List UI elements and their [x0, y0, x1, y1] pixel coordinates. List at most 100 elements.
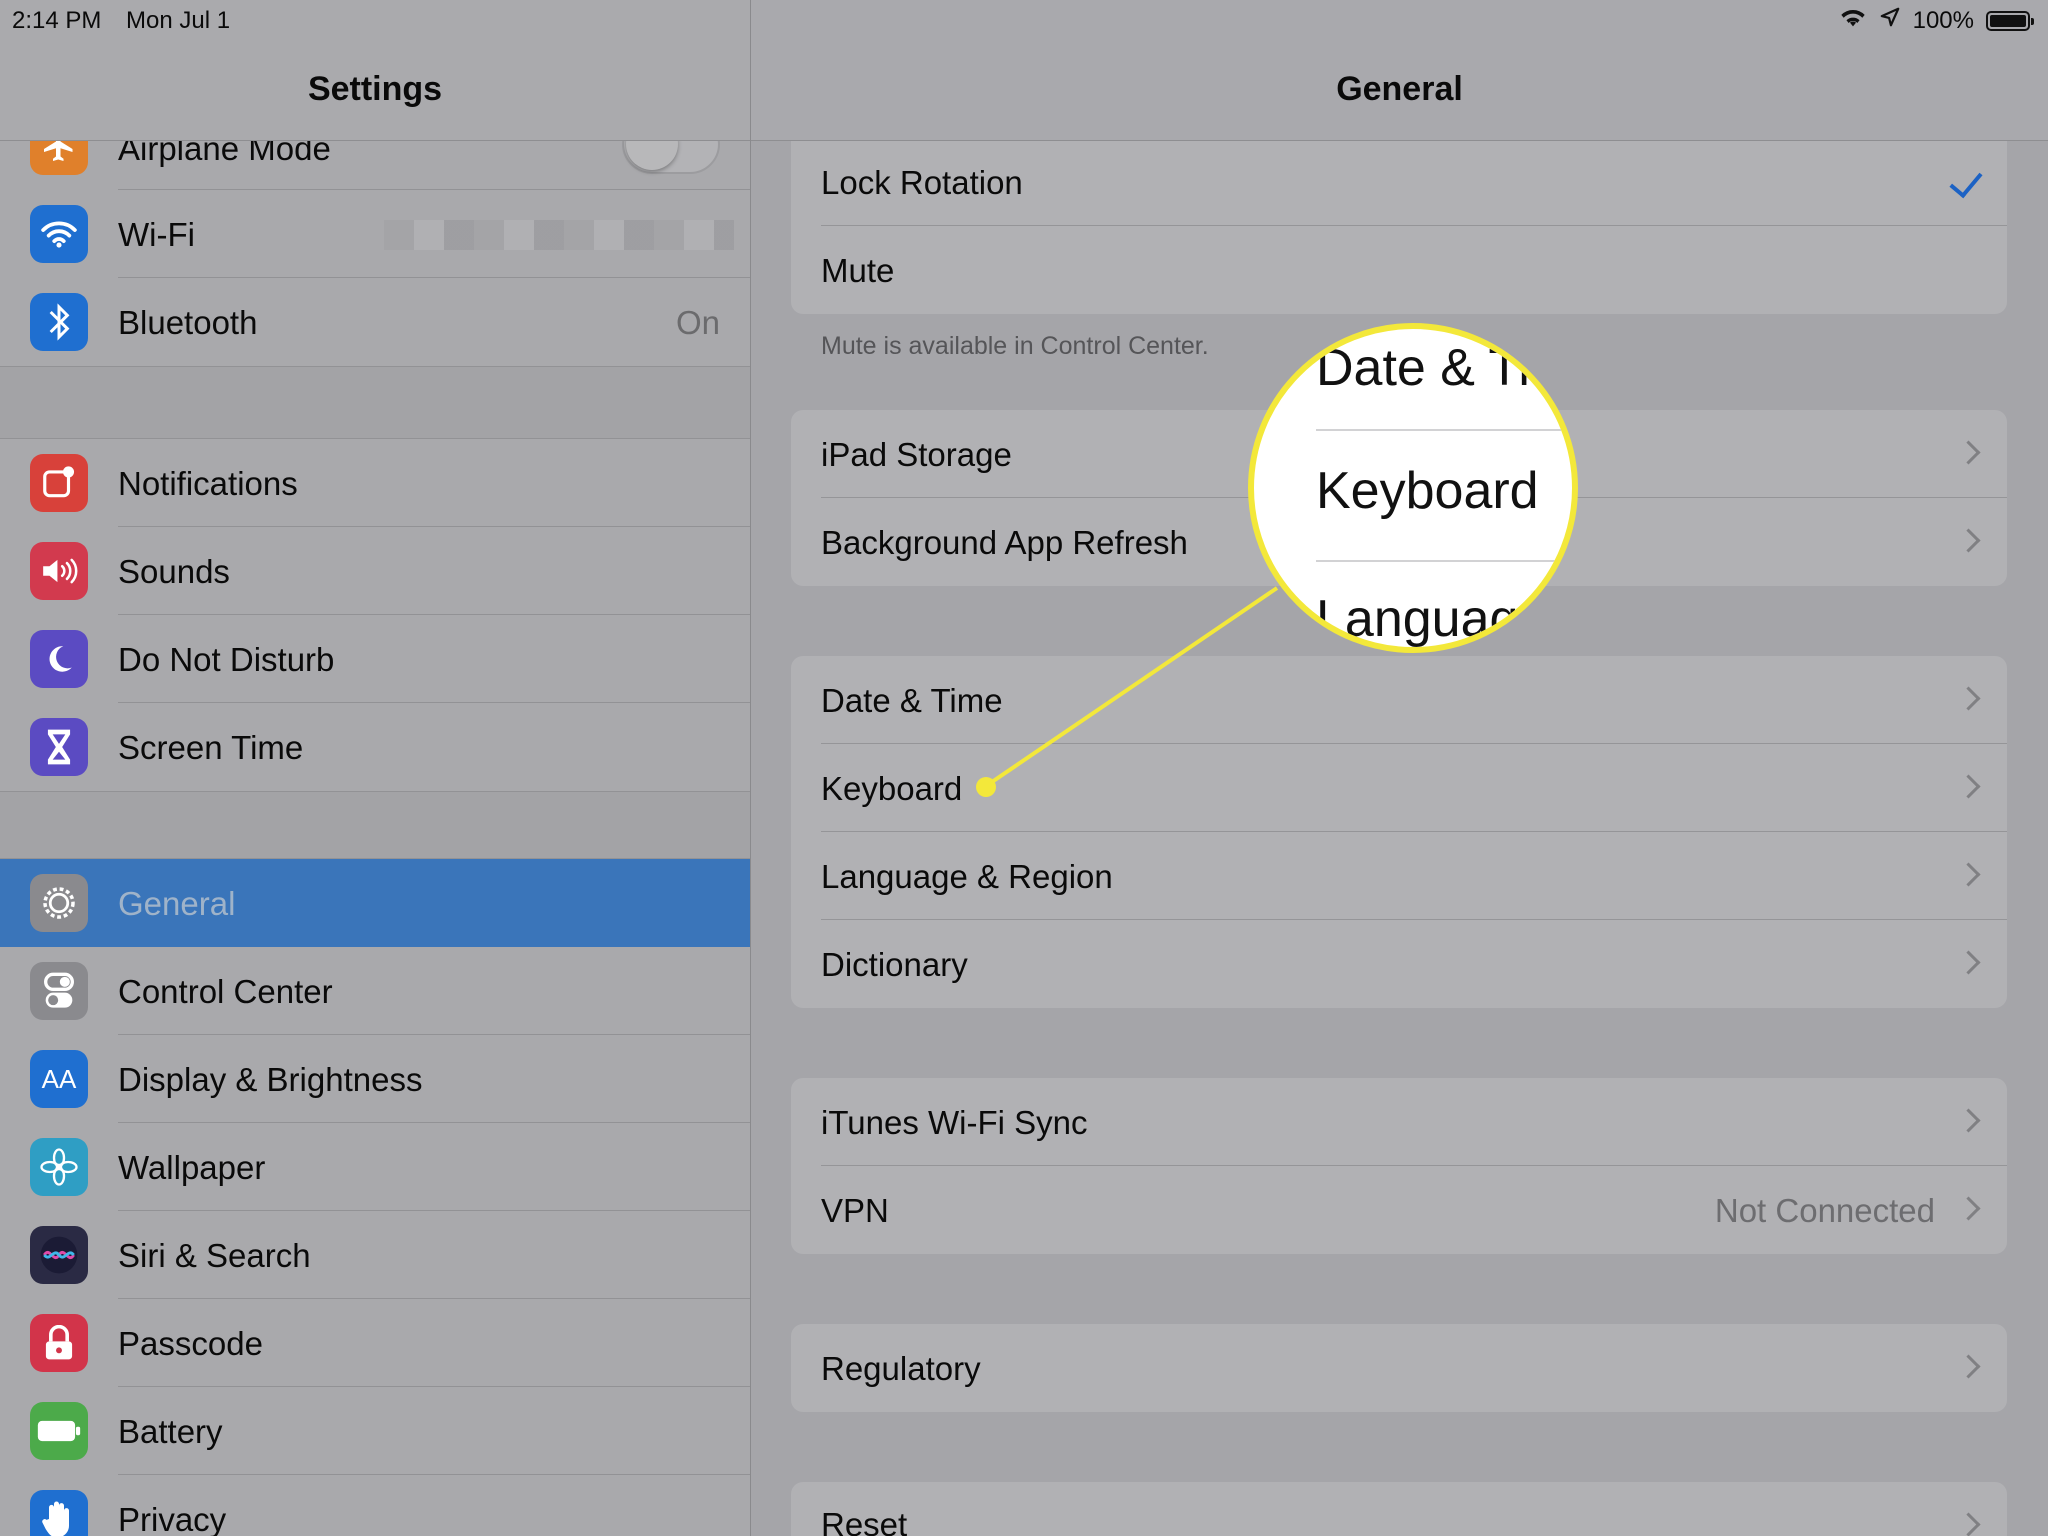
moon-icon: [30, 630, 88, 688]
row-label: VPN: [821, 1192, 889, 1229]
sidebar-item-passcode[interactable]: Passcode: [0, 1299, 750, 1387]
sidebar-item-label: Wi-Fi: [118, 216, 195, 253]
sidebar-item-label: Passcode: [118, 1325, 263, 1362]
regulatory-row[interactable]: Regulatory: [791, 1324, 2007, 1412]
row-label: Keyboard: [821, 770, 963, 807]
sidebar-item-notifications[interactable]: Notifications: [0, 439, 750, 527]
itunes-wifi-sync-row[interactable]: iTunes Wi-Fi Sync: [791, 1078, 2007, 1166]
notifications-icon: [30, 454, 88, 512]
sidebar-item-label: General: [118, 885, 236, 922]
hand-icon: [30, 1490, 88, 1536]
row-label: Background App Refresh: [821, 524, 1188, 561]
vpn-status: Not Connected: [1714, 1192, 1935, 1229]
wifi-signal-icon: [1839, 6, 1867, 35]
sidebar-item-label: Screen Time: [118, 729, 304, 766]
keyboard-row[interactable]: Keyboard: [791, 744, 2007, 832]
sidebar-item-privacy[interactable]: Privacy: [0, 1475, 750, 1536]
dictionary-row[interactable]: Dictionary: [791, 920, 2007, 1008]
flower-icon: [30, 1138, 88, 1196]
sidebar-item-label: Siri & Search: [118, 1237, 311, 1274]
chevron-right-icon: [1956, 950, 1981, 975]
chevron-right-icon: [1956, 1354, 1981, 1379]
sidebar-item-wallpaper[interactable]: Wallpaper: [0, 1123, 750, 1211]
magnifier-separator: [1316, 429, 1572, 431]
battery-icon: [30, 1402, 88, 1460]
sidebar-item-label: Battery: [118, 1413, 223, 1450]
battery-status-icon: [1986, 10, 2034, 31]
sidebar-item-display-brightness[interactable]: AA Display & Brightness: [0, 1035, 750, 1123]
sync-vpn-card: iTunes Wi-Fi Sync VPN Not Connected: [791, 1078, 2007, 1254]
row-label: Dictionary: [821, 946, 968, 983]
row-label: Regulatory: [821, 1350, 981, 1387]
bluetooth-icon: [30, 293, 88, 351]
magnifier-separator: [1316, 560, 1572, 562]
chevron-right-icon: [1956, 1196, 1981, 1221]
siri-icon: [30, 1226, 88, 1284]
gear-icon: [30, 874, 88, 932]
sidebar-item-label: Control Center: [118, 973, 333, 1010]
row-label: Date & Time: [821, 682, 1003, 719]
sidebar-item-screen-time[interactable]: Screen Time: [0, 703, 750, 791]
sidebar-item-label: Notifications: [118, 465, 298, 502]
sidebar-item-label: Bluetooth: [118, 304, 258, 341]
battery-percent: 100%: [1912, 6, 1974, 34]
date-time-row[interactable]: Date & Time: [791, 656, 2007, 744]
sidebar-item-label: Do Not Disturb: [118, 641, 335, 678]
chevron-right-icon: [1956, 686, 1981, 711]
chevron-right-icon: [1956, 862, 1981, 887]
sidebar-item-wifi[interactable]: Wi-Fi: [0, 190, 750, 278]
chevron-right-icon: [1956, 440, 1981, 465]
mute-footnote: Mute is available in Control Center.: [821, 332, 1209, 360]
chevron-right-icon: [1956, 1108, 1981, 1133]
notifications-group: Notifications Sounds Do Not Disturb Scre…: [0, 438, 750, 792]
row-label: Mute: [821, 252, 895, 289]
sidebar-item-siri-search[interactable]: Siri & Search: [0, 1211, 750, 1299]
status-time: 2:14 PM: [12, 7, 102, 34]
wifi-icon: [30, 205, 88, 263]
sidebar-item-bluetooth[interactable]: Bluetooth On: [0, 278, 750, 366]
bluetooth-status: On: [675, 304, 720, 341]
sidebar-item-label: Privacy: [118, 1501, 227, 1536]
general-detail-pane: General Lock Rotation Mute Mute is avail…: [751, 0, 2048, 1536]
status-indicators: 100%: [1839, 6, 2034, 35]
status-date: Mon Jul 1: [126, 7, 231, 34]
text-size-icon: AA: [30, 1050, 88, 1108]
sidebar-item-battery[interactable]: Battery: [0, 1387, 750, 1475]
sidebar-item-do-not-disturb[interactable]: Do Not Disturb: [0, 615, 750, 703]
sidebar-item-general[interactable]: General: [0, 859, 750, 947]
sidebar-title: Settings: [307, 70, 443, 108]
lock-icon: [30, 1314, 88, 1372]
row-label: Reset: [821, 1506, 908, 1536]
row-label: Lock Rotation: [821, 164, 1023, 201]
detail-title: General: [1336, 70, 1463, 108]
sidebar-item-sounds[interactable]: Sounds: [0, 527, 750, 615]
chevron-right-icon: [1956, 774, 1981, 799]
chevron-right-icon: [1956, 528, 1981, 553]
status-bar: 2:14 PM Mon Jul 1 100%: [0, 0, 2048, 42]
row-label: iPad Storage: [821, 436, 1012, 473]
switches-icon: [30, 962, 88, 1020]
keyboard-magnifier: Date & Ti Keyboard Languag: [1248, 323, 1578, 653]
lock-rotation-row[interactable]: Lock Rotation: [791, 140, 2007, 226]
side-switch-card: Lock Rotation Mute: [791, 140, 2007, 314]
reset-row[interactable]: Reset: [791, 1482, 2007, 1536]
regulatory-card: Regulatory: [791, 1324, 2007, 1412]
magnifier-bottom-text: Languag: [1316, 590, 1519, 648]
vpn-row[interactable]: VPN Not Connected: [791, 1166, 2007, 1254]
chevron-right-icon: [1956, 1512, 1981, 1536]
language-region-row[interactable]: Language & Region: [791, 832, 2007, 920]
sidebar-item-label: Display & Brightness: [118, 1061, 423, 1098]
localization-card: Date & Time Keyboard Language & Region D…: [791, 656, 2007, 1008]
sidebar-item-label: Sounds: [118, 553, 230, 590]
location-arrow-icon: [1879, 6, 1901, 35]
sidebar-item-label: Wallpaper: [118, 1149, 266, 1186]
speaker-icon: [30, 542, 88, 600]
magnifier-keyboard-text: Keyboard: [1316, 462, 1539, 520]
pane-divider: [750, 0, 751, 1536]
hourglass-icon: [30, 718, 88, 776]
reset-card: Reset: [791, 1482, 2007, 1536]
mute-row[interactable]: Mute: [791, 226, 2007, 314]
wifi-network-name-blurred: [384, 220, 734, 250]
sidebar-item-control-center[interactable]: Control Center: [0, 947, 750, 1035]
row-label: iTunes Wi-Fi Sync: [821, 1104, 1088, 1141]
